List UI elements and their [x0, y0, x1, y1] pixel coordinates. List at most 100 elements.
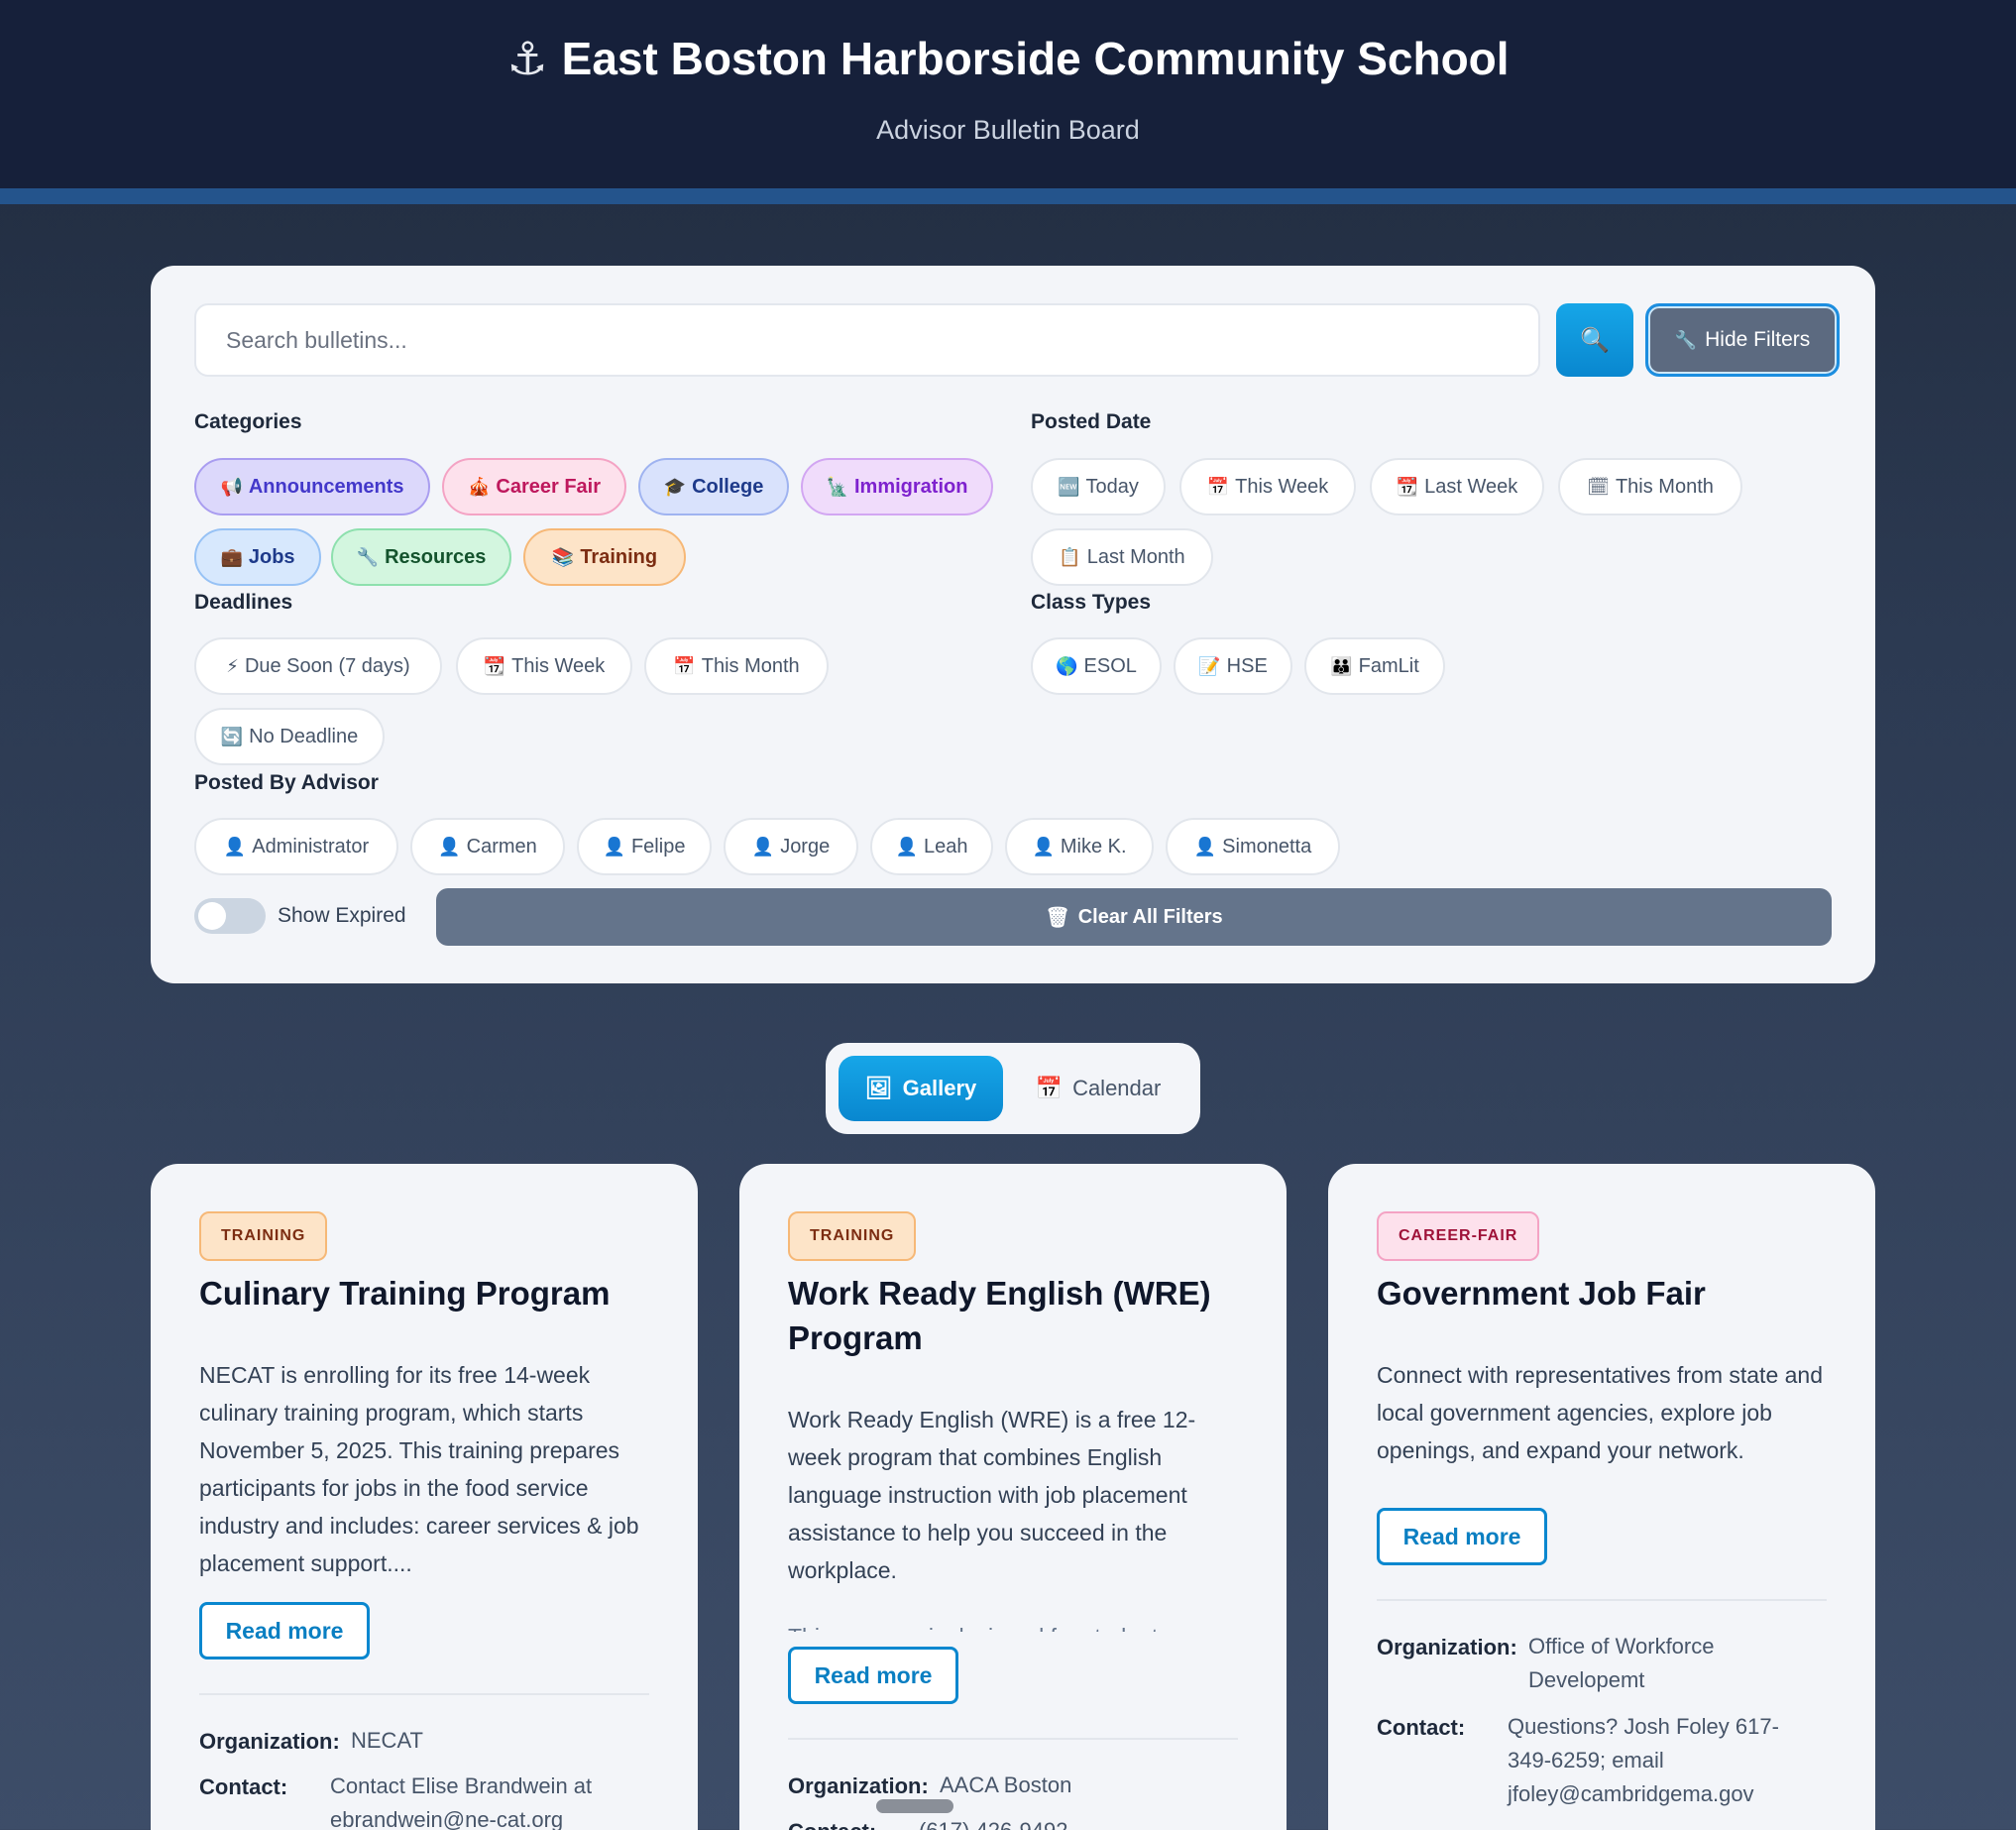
hide-filters-label: Hide Filters — [1705, 328, 1811, 351]
person-icon: 👤 — [895, 836, 918, 857]
card-description: Work Ready English (WRE) is a free 12-we… — [788, 1407, 1196, 1583]
date-chip-this-month[interactable]: 🗓 This Month — [1558, 458, 1742, 515]
calendar-icon: 📅 — [673, 655, 696, 676]
clear-all-filters-label: Clear All Filters — [1077, 905, 1223, 928]
advisor-chip-mike-k[interactable]: 👤 Mike K. — [1005, 818, 1154, 875]
chip-label: College — [692, 475, 764, 498]
advisor-chip-felipe[interactable]: 👤 Felipe — [577, 818, 712, 875]
category-chip-immigration[interactable]: 🗽 Immigration — [801, 458, 993, 515]
category-chip-announcements[interactable]: 📢 Announcements — [194, 458, 430, 515]
organization-value: AACA Boston — [940, 1773, 1072, 1797]
person-icon: 👤 — [751, 836, 775, 857]
briefcase-icon: 💼 — [220, 546, 243, 567]
category-chip-training[interactable]: 📚 Training — [523, 528, 686, 586]
category-chip-jobs[interactable]: 💼 Jobs — [194, 528, 321, 586]
card-title: Culinary Training Program — [199, 1275, 611, 1312]
bulletin-card: CAREER-FAIR Government Job Fair Connect … — [1328, 1164, 1875, 1830]
deadline-chip-this-week[interactable]: 📆 This Week — [456, 637, 632, 695]
contact-value: Contact Elise Brandwein at ebrandwein@ne… — [330, 1773, 593, 1830]
gallery-label: Gallery — [902, 1076, 977, 1100]
read-more-button[interactable]: Read more — [199, 1602, 370, 1659]
card-divider — [199, 1693, 649, 1695]
chip-label: Simonetta — [1222, 835, 1312, 858]
chip-label: This Month — [1615, 475, 1714, 498]
bulletin-card: TRAINING Work Ready English (WRE) Progra… — [739, 1164, 1287, 1830]
date-chip-today[interactable]: 🆕 Today — [1031, 458, 1166, 515]
chip-label: HSE — [1226, 654, 1268, 677]
search-input[interactable] — [194, 303, 1540, 377]
chip-label: Training — [580, 545, 658, 568]
date-chip-this-week[interactable]: 📅 This Week — [1179, 458, 1356, 515]
advisor-chip-carmen[interactable]: 👤 Carmen — [410, 818, 565, 875]
circus-tent-icon: 🎪 — [467, 476, 491, 497]
view-switcher: 🖼 Gallery 📅 Calendar — [826, 1043, 1200, 1134]
chip-label: Last Month — [1086, 545, 1185, 568]
card-title: Work Ready English (WRE) Program — [788, 1275, 1211, 1356]
wrench-icon: 🔧 — [1674, 329, 1698, 350]
date-chip-last-week[interactable]: 📆 Last Week — [1370, 458, 1544, 515]
deadline-chip-no-deadline[interactable]: 🔄 No Deadline — [194, 708, 385, 765]
chip-label: FamLit — [1358, 654, 1419, 677]
deadline-chip-this-month[interactable]: 📅 This Month — [644, 637, 829, 695]
advisor-chip-jorge[interactable]: 👤 Jorge — [724, 818, 858, 875]
deadlines-heading: Deadlines — [194, 591, 293, 614]
family-icon: 👪 — [1330, 655, 1353, 676]
repeat-icon: 🔄 — [220, 726, 244, 746]
advisor-chip-simonetta[interactable]: 👤 Simonetta — [1166, 818, 1340, 875]
person-icon: 👤 — [438, 836, 461, 857]
chip-label: Today — [1085, 475, 1139, 498]
hide-filters-button[interactable]: 🔧 Hide Filters — [1645, 303, 1840, 377]
card-description: Connect with representatives from state … — [1377, 1362, 1824, 1463]
read-more-button[interactable]: Read more — [788, 1647, 958, 1704]
read-more-button[interactable]: Read more — [1377, 1508, 1547, 1565]
globe-icon: 🌎 — [1056, 655, 1078, 676]
person-icon: 👤 — [1032, 836, 1055, 857]
calendar-icon: 📅 — [1035, 1076, 1064, 1100]
gallery-view-button[interactable]: 🖼 Gallery — [839, 1056, 1003, 1121]
chip-label: No Deadline — [249, 725, 359, 747]
class-chip-esol[interactable]: 🌎 ESOL — [1031, 637, 1162, 695]
chip-label: Jorge — [780, 835, 831, 858]
chip-label: Leah — [923, 835, 968, 858]
deadline-chip-due-soon[interactable]: ⚡ Due Soon (7 days) — [194, 637, 442, 695]
card-divider — [1377, 1599, 1827, 1601]
categories-heading: Categories — [194, 410, 302, 433]
chip-label: Mike K. — [1060, 835, 1127, 858]
contact-value: Questions? Josh Foley 617-349-6259; emai… — [1508, 1714, 1779, 1806]
class-chip-hse[interactable]: 📝 HSE — [1174, 637, 1292, 695]
category-badge: TRAINING — [199, 1211, 328, 1261]
clear-all-filters-button[interactable]: 🗑 Clear All Filters — [436, 888, 1832, 946]
search-button[interactable]: 🔍 — [1556, 303, 1633, 377]
chip-label: Administrator — [252, 835, 370, 858]
advisor-chip-administrator[interactable]: 👤 Administrator — [194, 818, 398, 875]
contact-value: (617) 426-9492 — [919, 1814, 1238, 1830]
clipboard-icon: 📋 — [1059, 546, 1081, 567]
date-chip-last-month[interactable]: 📋 Last Month — [1031, 528, 1213, 586]
advisor-chip-leah[interactable]: 👤 Leah — [870, 818, 993, 875]
person-icon: 👤 — [223, 836, 247, 857]
category-chip-resources[interactable]: 🔧 Resources — [331, 528, 511, 586]
page-header: ⚓ East Boston Harborside Community Schoo… — [0, 0, 2016, 188]
calendar-icon: 📅 — [1206, 476, 1230, 497]
organization-label: Organization: — [788, 1773, 929, 1798]
filter-panel: 🔍 🔧 Hide Filters Categories 📢 Announceme… — [151, 266, 1875, 983]
category-chip-career-fair[interactable]: 🎪 Career Fair — [442, 458, 626, 515]
tear-off-calendar-icon: 📆 — [483, 655, 506, 676]
show-expired-label: Show Expired — [278, 904, 406, 927]
class-types-heading: Class Types — [1031, 591, 1152, 614]
calendar-view-button[interactable]: 📅 Calendar — [1014, 1056, 1182, 1121]
class-chip-famlit[interactable]: 👪 FamLit — [1304, 637, 1445, 695]
chip-label: This Week — [1235, 475, 1329, 498]
chip-label: This Month — [701, 654, 800, 677]
memo-icon: 📝 — [1198, 655, 1221, 676]
show-expired-toggle[interactable] — [194, 898, 266, 934]
organization-value: NECAT — [351, 1728, 423, 1753]
category-chip-college[interactable]: 🎓 College — [638, 458, 789, 515]
calendar-label: Calendar — [1072, 1076, 1162, 1100]
chip-label: Career Fair — [496, 475, 602, 498]
chip-label: Carmen — [466, 835, 537, 858]
statue-of-liberty-icon: 🗽 — [826, 476, 848, 497]
scroll-indicator[interactable] — [876, 1799, 953, 1813]
posted-date-heading: Posted Date — [1031, 410, 1152, 433]
organization-label: Organization: — [1377, 1635, 1517, 1659]
